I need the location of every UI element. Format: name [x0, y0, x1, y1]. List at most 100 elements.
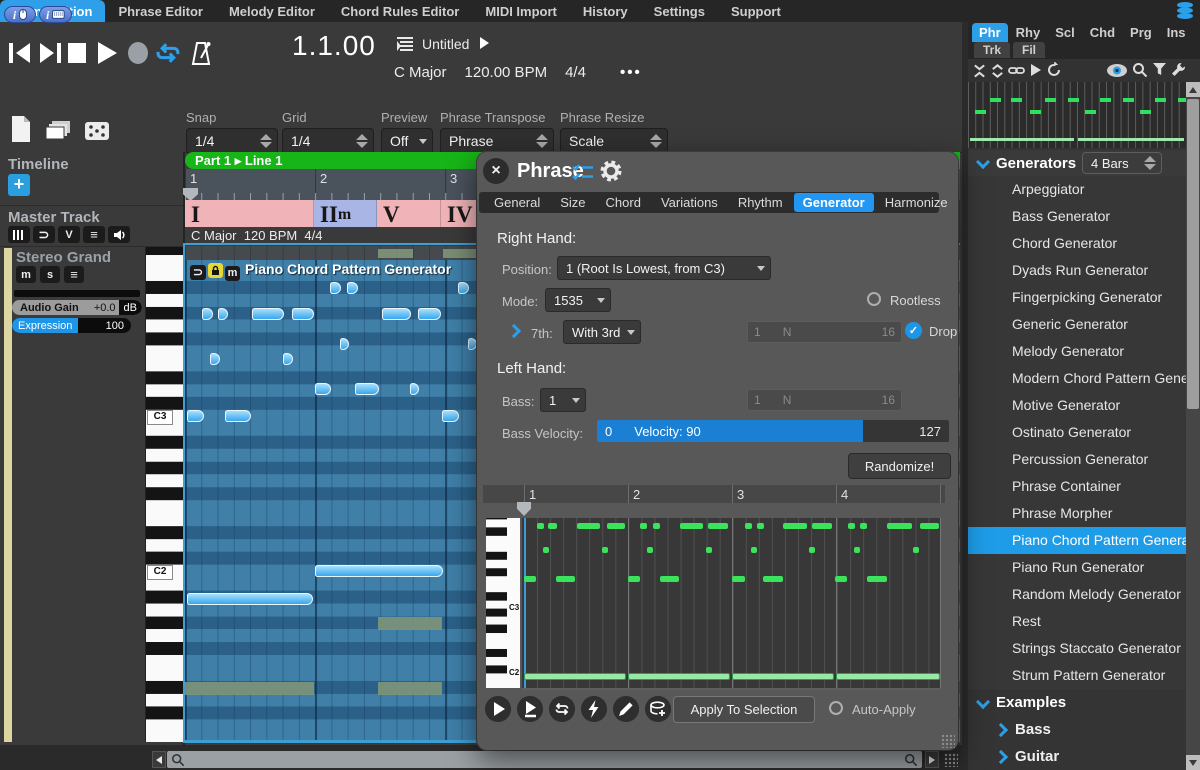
generator-item-piano-chord-pattern-generator[interactable]: Piano Chord Pattern Generator [968, 527, 1186, 554]
keyboard-help-button[interactable]: i [39, 6, 72, 23]
preview-playhead-marker[interactable] [517, 502, 531, 516]
track-name[interactable]: Stereo Grand [16, 249, 111, 266]
scroll-right-button[interactable] [925, 751, 939, 768]
examples-header[interactable]: Examples [968, 689, 1186, 716]
chevron-down-icon[interactable] [976, 694, 990, 708]
generators-header[interactable]: Generators 4 Bars [968, 150, 1186, 176]
dialog-tab-harmonize[interactable]: Harmonize [876, 193, 957, 212]
midi-note[interactable] [202, 308, 213, 320]
preview-loop-button[interactable] [549, 696, 575, 722]
midi-note[interactable] [252, 308, 284, 320]
gear-icon[interactable] [599, 159, 623, 183]
generator-item-strings-staccato-generator[interactable]: Strings Staccato Generator [968, 635, 1186, 662]
metronome-icon[interactable] [188, 40, 214, 68]
midi-note[interactable] [442, 410, 459, 422]
song-key[interactable]: C Major [394, 64, 447, 81]
audio-gain-control[interactable]: Audio Gain +0.0 dB [12, 300, 142, 315]
preview-play-selection-button[interactable] [517, 696, 543, 722]
expand-all-icon[interactable] [990, 63, 1005, 79]
bass-select[interactable]: 1 [540, 388, 586, 412]
panel-tab-scl[interactable]: Scl [1048, 23, 1082, 42]
song-name[interactable]: Untitled [422, 36, 469, 52]
dialog-resize-grip[interactable] [941, 734, 955, 748]
phrase-mini-preview[interactable] [968, 82, 1186, 148]
generator-item-melody-generator[interactable]: Melody Generator [968, 338, 1186, 365]
generator-item-rest[interactable]: Rest [968, 608, 1186, 635]
preview-play-button[interactable] [485, 696, 511, 722]
phrase-length-stepper[interactable]: 4 Bars [1082, 152, 1162, 174]
snap-select[interactable]: 1/4 [186, 128, 278, 154]
example-group-guitar[interactable]: Guitar [968, 743, 1200, 770]
panel-tab-prg[interactable]: Prg [1123, 23, 1159, 42]
midi-note[interactable] [210, 353, 220, 365]
generator-item-modern-chord-pattern-generator[interactable]: Modern Chord Pattern Generator [968, 365, 1186, 392]
stepper-arrows[interactable] [650, 134, 662, 148]
flash-generate-button[interactable] [581, 696, 607, 722]
phrase-transpose-select[interactable]: Phrase [440, 128, 554, 154]
panel-subtab-fil[interactable]: Fil [1013, 42, 1045, 58]
add-timeline-button[interactable]: + [8, 174, 30, 196]
dialog-tab-size[interactable]: Size [551, 193, 594, 212]
preview-bass-note[interactable] [732, 673, 834, 680]
filter-icon[interactable] [1152, 62, 1167, 77]
link-icon[interactable] [1008, 64, 1025, 77]
generator-item-generic-generator[interactable]: Generic Generator [968, 311, 1186, 338]
edit-pencil-button[interactable] [613, 696, 639, 722]
panel-tab-ins[interactable]: Ins [1160, 23, 1193, 42]
mute-icon[interactable]: m [225, 266, 240, 281]
generator-item-dyads-run-generator[interactable]: Dyads Run Generator [968, 257, 1186, 284]
database-icon[interactable] [1174, 1, 1196, 21]
mouse-help-button[interactable]: i [4, 6, 36, 23]
checklist-icon[interactable] [571, 163, 595, 181]
midi-note[interactable] [330, 282, 341, 294]
new-file-icon[interactable] [10, 115, 32, 143]
magnet-icon[interactable]: ⊃ [33, 226, 55, 243]
dialog-tab-chord[interactable]: Chord [597, 193, 650, 212]
generator-item-ostinato-generator[interactable]: Ostinato Generator [968, 419, 1186, 446]
dialog-tab-general[interactable]: General [485, 193, 549, 212]
generator-item-percussion-generator[interactable]: Percussion Generator [968, 446, 1186, 473]
track-menu-button[interactable]: ≡ [64, 266, 84, 283]
panel-tab-chd[interactable]: Chd [1083, 23, 1122, 42]
scroll-up-button[interactable] [1186, 82, 1200, 97]
solo-button[interactable]: s [40, 266, 60, 283]
expression-control[interactable]: Expression 100 [12, 318, 131, 333]
midi-note[interactable] [340, 338, 349, 350]
generator-item-piano-run-generator[interactable]: Piano Run Generator [968, 554, 1186, 581]
preview-bass-note[interactable] [524, 673, 626, 680]
example-group-bass[interactable]: Bass [968, 716, 1200, 743]
save-to-database-button[interactable] [645, 696, 671, 722]
stop-button[interactable] [66, 40, 88, 66]
phrase-title[interactable]: Piano Chord Pattern Generator [245, 261, 451, 277]
generator-item-chord-generator[interactable]: Chord Generator [968, 230, 1186, 257]
piano-icon[interactable] [8, 226, 30, 243]
preview-bass-note[interactable] [836, 673, 940, 680]
midi-note[interactable] [418, 308, 441, 320]
panel-tab-phr[interactable]: Phr [972, 23, 1008, 42]
lock-icon[interactable] [208, 263, 223, 278]
menu-tab-chord-rules-editor[interactable]: Chord Rules Editor [328, 0, 472, 22]
panel-scrollbar[interactable] [1186, 82, 1200, 770]
piano-keyboard[interactable] [145, 247, 184, 742]
midi-note[interactable] [283, 353, 293, 365]
chevron-right-icon[interactable] [507, 324, 521, 338]
stepper-arrows[interactable] [1144, 156, 1156, 170]
resize-grip[interactable] [944, 753, 958, 767]
midi-note[interactable] [292, 308, 314, 320]
generator-item-bass-generator[interactable]: Bass Generator [968, 203, 1186, 230]
scroll-down-button[interactable] [1186, 755, 1200, 770]
preview-keyboard[interactable]: C3 C2 [486, 518, 520, 688]
randomize-button[interactable]: Randomize! [848, 453, 951, 479]
midi-note[interactable] [458, 282, 469, 294]
midi-note[interactable] [187, 410, 204, 422]
play-button[interactable] [96, 40, 118, 66]
refresh-icon[interactable] [1046, 62, 1062, 78]
grid-select[interactable]: 1/4 [282, 128, 374, 154]
eye-icon[interactable] [1106, 63, 1128, 78]
midi-note[interactable] [187, 593, 313, 605]
magnet-icon[interactable]: ⊃ [190, 265, 206, 280]
mode-select[interactable]: 1535 [545, 288, 611, 312]
preview-select[interactable]: Off [381, 128, 433, 154]
play-phrase-icon[interactable] [1030, 63, 1042, 77]
mute-button[interactable]: m [16, 266, 36, 283]
